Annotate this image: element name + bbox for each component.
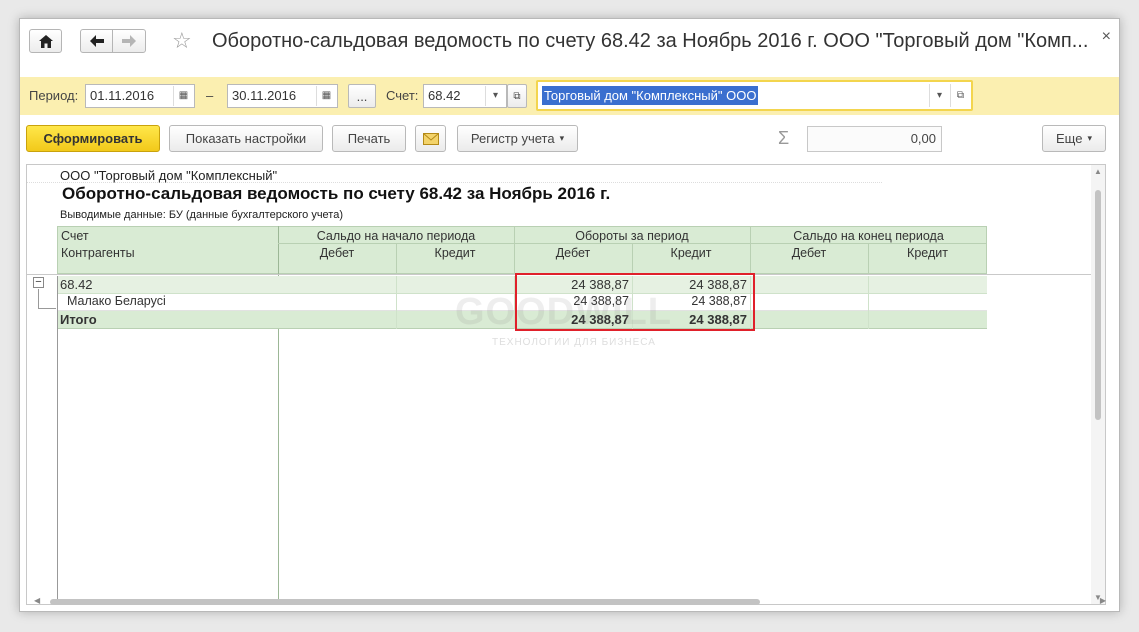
group-line	[38, 289, 39, 309]
horizontal-scroll-thumb[interactable]	[50, 599, 760, 605]
envelope-icon	[422, 132, 439, 145]
arrow-right-icon	[122, 35, 136, 47]
organization-value: Торговый дом "Комплексный" ООО	[542, 86, 759, 105]
column-divider	[868, 276, 869, 329]
date-from-field[interactable]: 01.11.2016 ▦	[85, 84, 195, 108]
scroll-left-icon[interactable]: ◀	[34, 596, 40, 605]
date-from-value: 01.11.2016	[90, 88, 155, 103]
header-credit: Кредит	[434, 246, 476, 260]
header-turnover: Обороты за период	[575, 229, 689, 243]
email-button[interactable]	[415, 125, 446, 152]
chevron-down-icon[interactable]: ▾	[485, 86, 505, 106]
vertical-scrollbar[interactable]: ▲ ▼	[1091, 165, 1105, 604]
report-spreadsheet[interactable]: ООО "Торговый дом "Комплексный" Оборотно…	[26, 164, 1106, 605]
scroll-up-icon[interactable]: ▲	[1094, 167, 1102, 176]
home-button[interactable]	[29, 29, 62, 53]
generate-button[interactable]: Сформировать	[26, 125, 160, 152]
column-divider	[57, 276, 58, 599]
header-counterparties: Контрагенты	[61, 246, 135, 260]
chevron-down-icon[interactable]: ▾	[929, 84, 949, 107]
period-select-button[interactable]: ...	[348, 84, 376, 108]
organization-field[interactable]: Торговый дом "Комплексный" ООО ▾ ⧉	[536, 80, 973, 111]
header-opening-balance: Сальдо на начало периода	[316, 229, 476, 243]
period-label: Период:	[29, 88, 79, 103]
header-debit: Дебет	[319, 246, 355, 260]
accounting-register-label: Регистр учета	[470, 131, 555, 146]
window-title: Оборотно-сальдовая ведомость по счету 68…	[212, 30, 1089, 52]
close-icon[interactable]: ×	[1102, 28, 1111, 46]
account-value: 68.42	[428, 88, 461, 103]
row-account: 68.42	[60, 277, 93, 292]
more-label: Еще	[1056, 131, 1083, 146]
header-closing-balance: Сальдо на конец периода	[793, 229, 944, 243]
watermark-tagline: ТЕХНОЛОГИИ ДЛЯ БИЗНЕСА	[492, 337, 656, 348]
column-divider	[396, 276, 397, 329]
collapse-toggle-icon[interactable]: −	[33, 277, 44, 288]
highlight-box	[515, 273, 755, 331]
parameters-panel: Период: 01.11.2016 ▦ – 30.11.2016 ▦ ... …	[20, 77, 1119, 115]
period-dash: –	[206, 88, 214, 103]
date-to-value: 30.11.2016	[232, 88, 297, 103]
arrow-left-icon	[89, 35, 104, 47]
calendar-icon[interactable]: ▦	[173, 86, 193, 106]
header-credit: Кредит	[670, 246, 712, 260]
open-icon[interactable]: ⧉	[950, 84, 970, 107]
group-line	[38, 308, 56, 309]
output-data-line: Выводимые данные: БУ (данные бухгалтерск…	[60, 209, 343, 221]
row-total: Итого	[60, 312, 97, 327]
report-window: ☆ Оборотно-сальдовая ведомость по счету …	[19, 18, 1120, 612]
header-credit: Кредит	[907, 246, 948, 260]
command-bar: Сформировать Показать настройки Печать Р…	[20, 125, 1119, 155]
date-to-field[interactable]: 30.11.2016 ▦	[227, 84, 338, 108]
report-organization: ООО "Торговый дом "Комплексный"	[60, 168, 278, 183]
home-icon	[38, 34, 53, 48]
title-bar: ☆ Оборотно-сальдовая ведомость по счету …	[20, 19, 1119, 75]
chevron-down-icon: ▾	[559, 133, 565, 143]
header-debit: Дебет	[555, 246, 591, 260]
open-icon: ⧉	[513, 90, 521, 102]
sum-field: 0,00	[807, 126, 942, 152]
account-field[interactable]: 68.42 ▾	[423, 84, 507, 108]
scroll-right-icon[interactable]: ▶	[1100, 596, 1106, 605]
row-counterparty: Малако Беларусі	[67, 294, 166, 308]
chevron-down-icon: ▾	[1087, 133, 1092, 143]
favorite-star-icon[interactable]: ☆	[172, 28, 192, 54]
more-button[interactable]: Еще ▾	[1042, 125, 1106, 152]
header-debit: Дебет	[791, 246, 827, 260]
horizontal-scrollbar[interactable]: ◀ ▶	[32, 596, 1108, 607]
calendar-icon[interactable]: ▦	[316, 86, 336, 106]
sigma-icon: Σ	[778, 128, 790, 148]
print-button[interactable]: Печать	[332, 125, 406, 152]
back-button[interactable]	[80, 29, 113, 53]
header-account: Счет	[61, 229, 89, 243]
report-title: Оборотно-сальдовая ведомость по счету 68…	[62, 184, 611, 203]
accounting-register-button[interactable]: Регистр учета ▾	[457, 125, 578, 152]
forward-button[interactable]	[112, 29, 146, 53]
show-settings-button[interactable]: Показать настройки	[169, 125, 323, 152]
account-label: Счет:	[386, 88, 419, 103]
open-account-button[interactable]: ⧉	[507, 84, 527, 108]
vertical-scroll-thumb[interactable]	[1095, 190, 1101, 420]
